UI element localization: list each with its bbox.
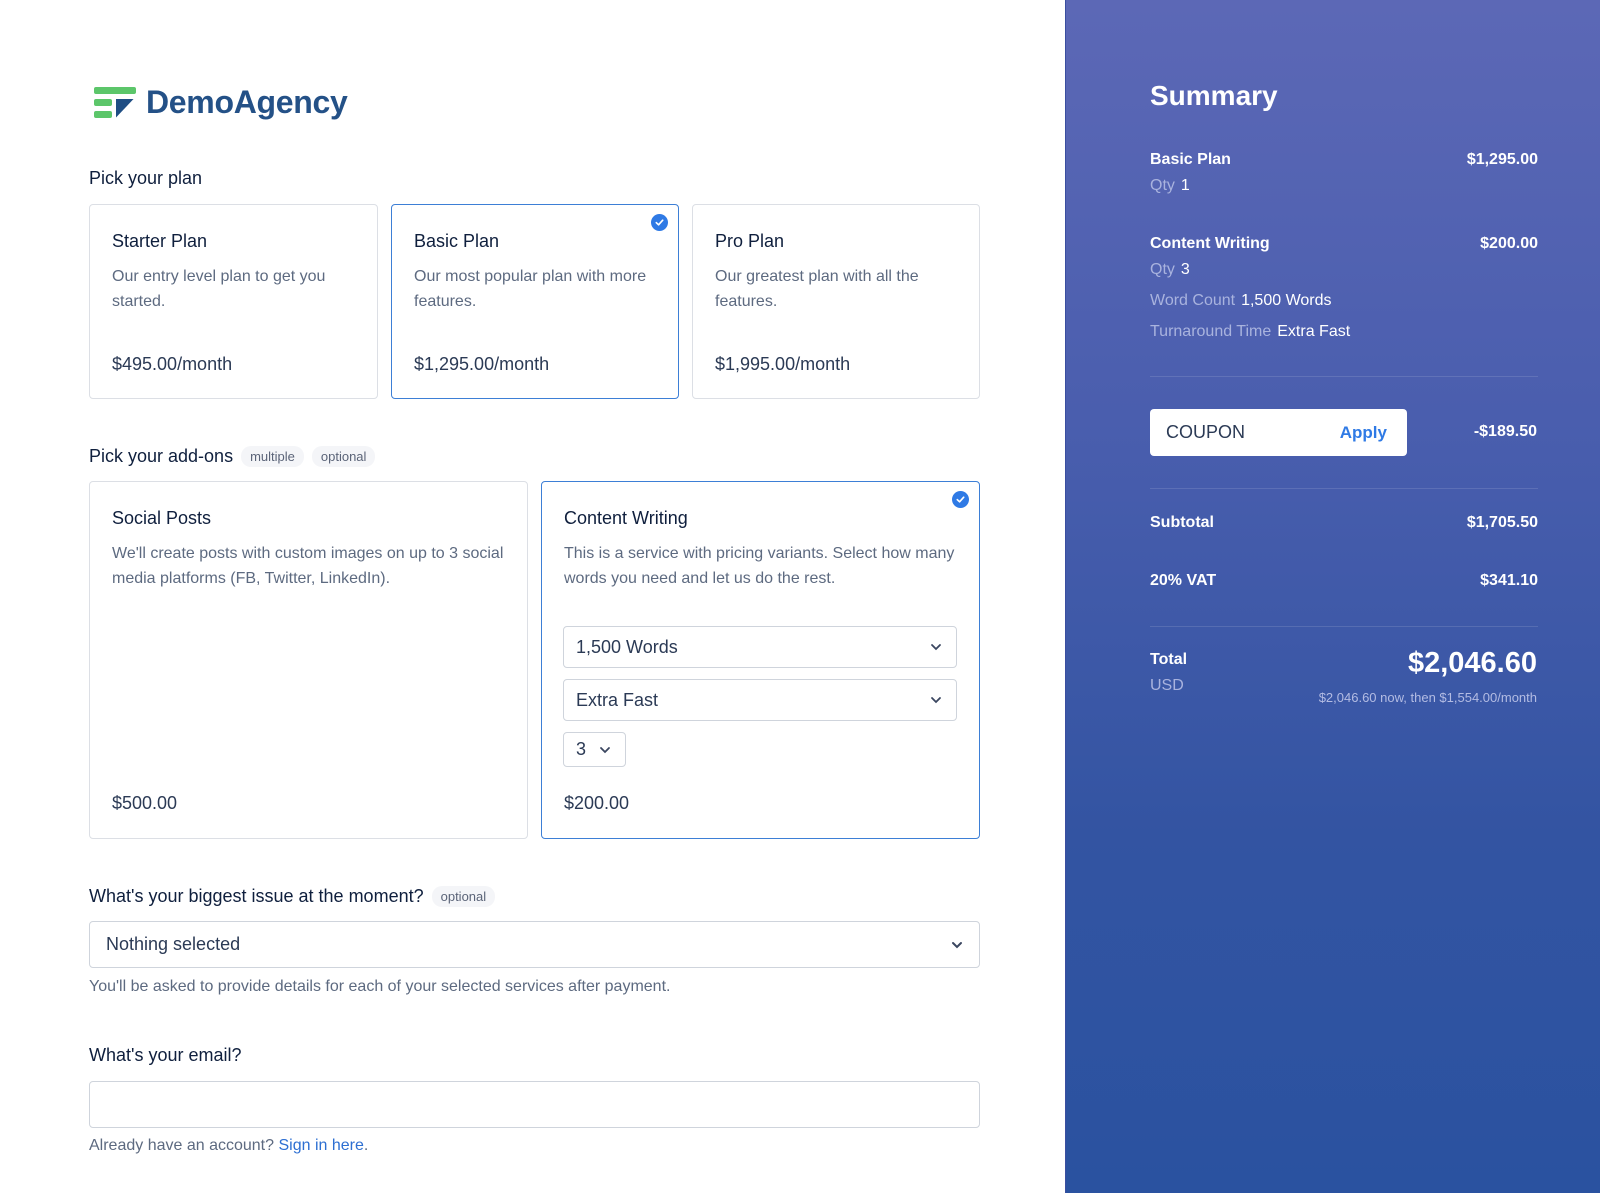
coupon-input[interactable]: COUPON: [1166, 422, 1245, 443]
plans-label: Pick your plan: [89, 168, 203, 188]
word-count-select[interactable]: 1,500 Words: [563, 626, 957, 668]
addon-title: Content Writing: [564, 508, 688, 528]
summary-qty: Qty 3: [1150, 261, 1190, 278]
total-amount: $2,046.60: [1407, 647, 1537, 679]
addon-title: Social Posts: [112, 508, 212, 528]
discount-amount: -$189.50: [1473, 423, 1537, 440]
selected-check-icon: [651, 214, 668, 231]
plan-price: $1,995.00/month: [715, 354, 851, 374]
email-label: What's your email?: [89, 1045, 242, 1065]
account-help-text: Already have an account? Sign in here.: [89, 1137, 369, 1154]
logo-icon: [94, 86, 138, 120]
divider: [1150, 626, 1538, 627]
chevron-down-icon: [930, 643, 942, 651]
chevron-down-icon: [599, 746, 611, 754]
subtotal-row: Subtotal $1,705.50: [1150, 514, 1538, 531]
summary-qty: Qty 1: [1150, 177, 1190, 194]
vat-row: 20% VAT $341.10: [1150, 572, 1538, 589]
plan-title: Starter Plan: [112, 231, 208, 251]
summary-item-content-writing: Content Writing $200.00: [1150, 235, 1538, 252]
coupon-field[interactable]: COUPON Apply: [1150, 409, 1407, 456]
multiple-pill: multiple: [241, 446, 304, 467]
plan-description: Our most popular plan with more features…: [414, 268, 647, 310]
divider: [1150, 376, 1538, 377]
summary-title: Summary: [1150, 80, 1278, 111]
brand-logo: DemoAgency: [94, 84, 348, 121]
addons-label: Pick your add-ons multiple optional: [89, 446, 376, 467]
addon-description: This is a service with pricing variants.…: [564, 545, 955, 587]
issue-help-text: You'll be asked to provide details for e…: [89, 978, 671, 995]
issue-select[interactable]: Nothing selected: [89, 921, 980, 968]
plan-title: Basic Plan: [414, 231, 500, 251]
plan-card-basic[interactable]: Basic Plan Our most popular plan with mo…: [391, 204, 679, 399]
total-note: $2,046.60 now, then $1,554.00/month: [1318, 690, 1537, 705]
plan-card-pro[interactable]: Pro Plan Our greatest plan with all the …: [692, 204, 980, 399]
chevron-down-icon: [930, 696, 942, 704]
addon-price: $200.00: [564, 793, 630, 813]
quantity-select[interactable]: 3: [563, 732, 626, 767]
plan-description: Our entry level plan to get you started.: [112, 268, 326, 310]
optional-pill: optional: [431, 886, 496, 907]
checkout-form: DemoAgency Pick your plan Starter Plan O…: [0, 0, 1065, 1193]
plan-card-starter[interactable]: Starter Plan Our entry level plan to get…: [89, 204, 378, 399]
addon-card-social-posts[interactable]: Social Posts We'll create posts with cus…: [89, 481, 528, 839]
summary-turnaround: Turnaround Time Extra Fast: [1150, 323, 1351, 340]
plan-title: Pro Plan: [715, 231, 785, 251]
turnaround-select[interactable]: Extra Fast: [563, 679, 957, 721]
summary-word-count: Word Count 1,500 Words: [1150, 292, 1332, 309]
selected-check-icon: [952, 491, 969, 508]
currency-label: USD: [1150, 677, 1184, 694]
sign-in-link[interactable]: Sign in here: [278, 1137, 363, 1154]
issue-label: What's your biggest issue at the moment?…: [89, 886, 496, 907]
plan-price: $495.00/month: [112, 354, 233, 374]
plan-price: $1,295.00/month: [414, 354, 550, 374]
apply-coupon-button[interactable]: Apply: [1340, 423, 1387, 443]
summary-item-basic-plan: Basic Plan $1,295.00: [1150, 151, 1538, 168]
optional-pill: optional: [311, 446, 376, 467]
chevron-down-icon: [951, 941, 963, 949]
email-input[interactable]: [89, 1081, 980, 1128]
divider: [1150, 488, 1538, 489]
addon-description: We'll create posts with custom images on…: [112, 545, 504, 587]
brand-name: DemoAgency: [146, 84, 348, 120]
summary-panel: Summary Basic Plan $1,295.00 Qty 1 Conten…: [1065, 0, 1600, 1193]
total-label: Total: [1150, 651, 1188, 668]
addon-price: $500.00: [112, 793, 178, 813]
plan-description: Our greatest plan with all the features.: [715, 268, 919, 310]
